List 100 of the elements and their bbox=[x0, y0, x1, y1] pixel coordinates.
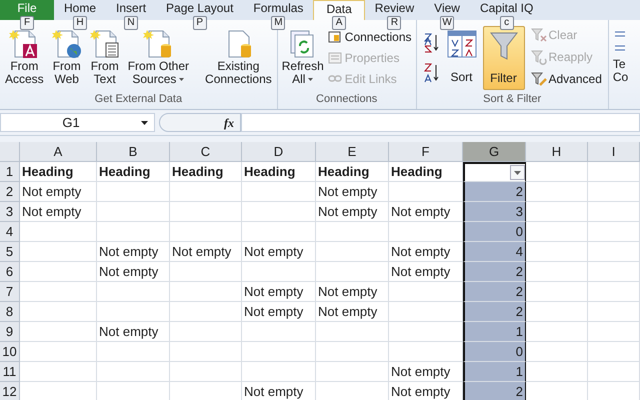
row-header[interactable]: 2 bbox=[0, 182, 20, 202]
table-cell bbox=[526, 362, 588, 382]
ribbon-button[interactable]: Existing Connections bbox=[202, 28, 275, 90]
funnel-pencil-icon bbox=[530, 71, 546, 87]
table-cell: 0 bbox=[463, 342, 526, 362]
select-all-corner[interactable] bbox=[0, 142, 20, 162]
ribbon-button[interactable]: From Text bbox=[86, 28, 123, 90]
ribbon-small-button[interactable]: Connections bbox=[328, 28, 412, 46]
document-lines-icon bbox=[90, 28, 120, 60]
table-cell: 1 bbox=[463, 362, 526, 382]
column-header[interactable]: A bbox=[20, 142, 97, 162]
table-cell bbox=[170, 282, 242, 302]
name-box[interactable]: G1 bbox=[0, 113, 155, 132]
table-cell bbox=[170, 302, 242, 322]
group-label: Sort & Filter bbox=[482, 92, 542, 106]
column-header[interactable]: E bbox=[316, 142, 389, 162]
table-cell: Not empty bbox=[242, 382, 316, 400]
ribbon-small-button[interactable]: Advanced bbox=[530, 70, 602, 88]
row-header[interactable]: 12 bbox=[0, 382, 20, 400]
dropdown-icon bbox=[514, 170, 521, 174]
table-cell: Heading bbox=[170, 162, 242, 182]
table-cell bbox=[588, 362, 640, 382]
table-cell bbox=[526, 342, 588, 362]
group-label: Get External Data bbox=[94, 92, 184, 106]
table-cell bbox=[526, 162, 588, 182]
table-cell bbox=[526, 202, 588, 222]
row-header[interactable]: 3 bbox=[0, 202, 20, 222]
row-header[interactable]: 5 bbox=[0, 242, 20, 262]
column-header[interactable]: B bbox=[97, 142, 170, 162]
funnel-icon bbox=[490, 31, 518, 61]
row-header[interactable]: 4 bbox=[0, 222, 20, 242]
table-cell bbox=[588, 262, 640, 282]
table-cell bbox=[170, 222, 242, 242]
ribbon-button[interactable]: From Other Sources bbox=[124, 28, 192, 90]
dropdown-icon bbox=[141, 120, 148, 124]
table-cell: Heading bbox=[242, 162, 316, 182]
row-header[interactable]: 8 bbox=[0, 302, 20, 322]
ribbon-button[interactable]: From Access bbox=[2, 28, 47, 90]
table-cell: Not empty bbox=[20, 202, 97, 222]
funnel-cross-icon bbox=[530, 27, 546, 43]
table-cell bbox=[526, 322, 588, 342]
key-tip: c bbox=[500, 16, 514, 30]
table-cell bbox=[170, 322, 242, 342]
row-header[interactable]: 1 bbox=[0, 162, 20, 182]
refresh-all-button[interactable]: Refresh All bbox=[282, 28, 324, 90]
table-cell: 4 bbox=[463, 242, 526, 262]
table-cell: Not empty bbox=[316, 282, 389, 302]
table-cell: Not empty bbox=[170, 242, 242, 262]
row-header[interactable]: 6 bbox=[0, 262, 20, 282]
properties-icon bbox=[328, 51, 342, 65]
table-cell bbox=[526, 182, 588, 202]
key-tip: F bbox=[20, 16, 34, 30]
row-header[interactable]: 10 bbox=[0, 342, 20, 362]
filter-dropdown-button[interactable] bbox=[510, 165, 525, 180]
key-tip: R bbox=[387, 16, 402, 30]
column-header[interactable]: H bbox=[526, 142, 588, 162]
filter-button[interactable]: Filter bbox=[482, 26, 524, 90]
table-cell bbox=[170, 202, 242, 222]
key-tip: A bbox=[332, 16, 346, 30]
table-cell bbox=[526, 262, 588, 282]
table-cell: Not empty bbox=[20, 182, 97, 202]
ribbon-button[interactable]: From Web bbox=[48, 28, 85, 90]
key-tip: N bbox=[124, 16, 138, 30]
row-header[interactable]: 11 bbox=[0, 362, 20, 382]
table-cell bbox=[588, 342, 640, 362]
table-cell: 3 bbox=[463, 202, 526, 222]
table-cell bbox=[588, 322, 640, 342]
table-cell bbox=[588, 182, 640, 202]
table-cell bbox=[588, 162, 640, 182]
sort-ascending-icon bbox=[422, 32, 440, 54]
table-cell: Not empty bbox=[97, 242, 170, 262]
column-header[interactable]: C bbox=[170, 142, 242, 162]
table-cell: Not empty bbox=[316, 182, 389, 202]
column-header[interactable]: D bbox=[242, 142, 316, 162]
column-header[interactable]: G bbox=[463, 142, 526, 162]
document-database-icon bbox=[143, 28, 174, 60]
table-cell bbox=[526, 282, 588, 302]
table-cell: 2 bbox=[463, 262, 526, 282]
document-globe-icon bbox=[52, 28, 82, 60]
table-cell: 2 bbox=[463, 302, 526, 322]
row-header[interactable]: 7 bbox=[0, 282, 20, 302]
table-cell: Not empty bbox=[97, 262, 170, 282]
ribbon-button[interactable]: Te Co bbox=[612, 58, 628, 84]
table-cell bbox=[588, 222, 640, 242]
table-cell: 0 bbox=[463, 222, 526, 242]
table-cell: Not empty bbox=[97, 322, 170, 342]
row-header[interactable]: 9 bbox=[0, 322, 20, 342]
fx-label[interactable]: fx bbox=[224, 114, 234, 132]
formula-input[interactable] bbox=[241, 113, 640, 132]
column-header[interactable]: I bbox=[588, 142, 640, 162]
table-cell: 2 bbox=[463, 382, 526, 400]
table-cell bbox=[588, 302, 640, 322]
key-tip: H bbox=[73, 16, 87, 30]
table-cell bbox=[170, 182, 242, 202]
table-cell: Not empty bbox=[316, 302, 389, 322]
group-label: Connections bbox=[315, 92, 378, 106]
table-cell: 1 bbox=[463, 322, 526, 342]
table-cell bbox=[588, 242, 640, 262]
column-header[interactable]: F bbox=[389, 142, 463, 162]
table-cell: Heading bbox=[97, 162, 170, 182]
